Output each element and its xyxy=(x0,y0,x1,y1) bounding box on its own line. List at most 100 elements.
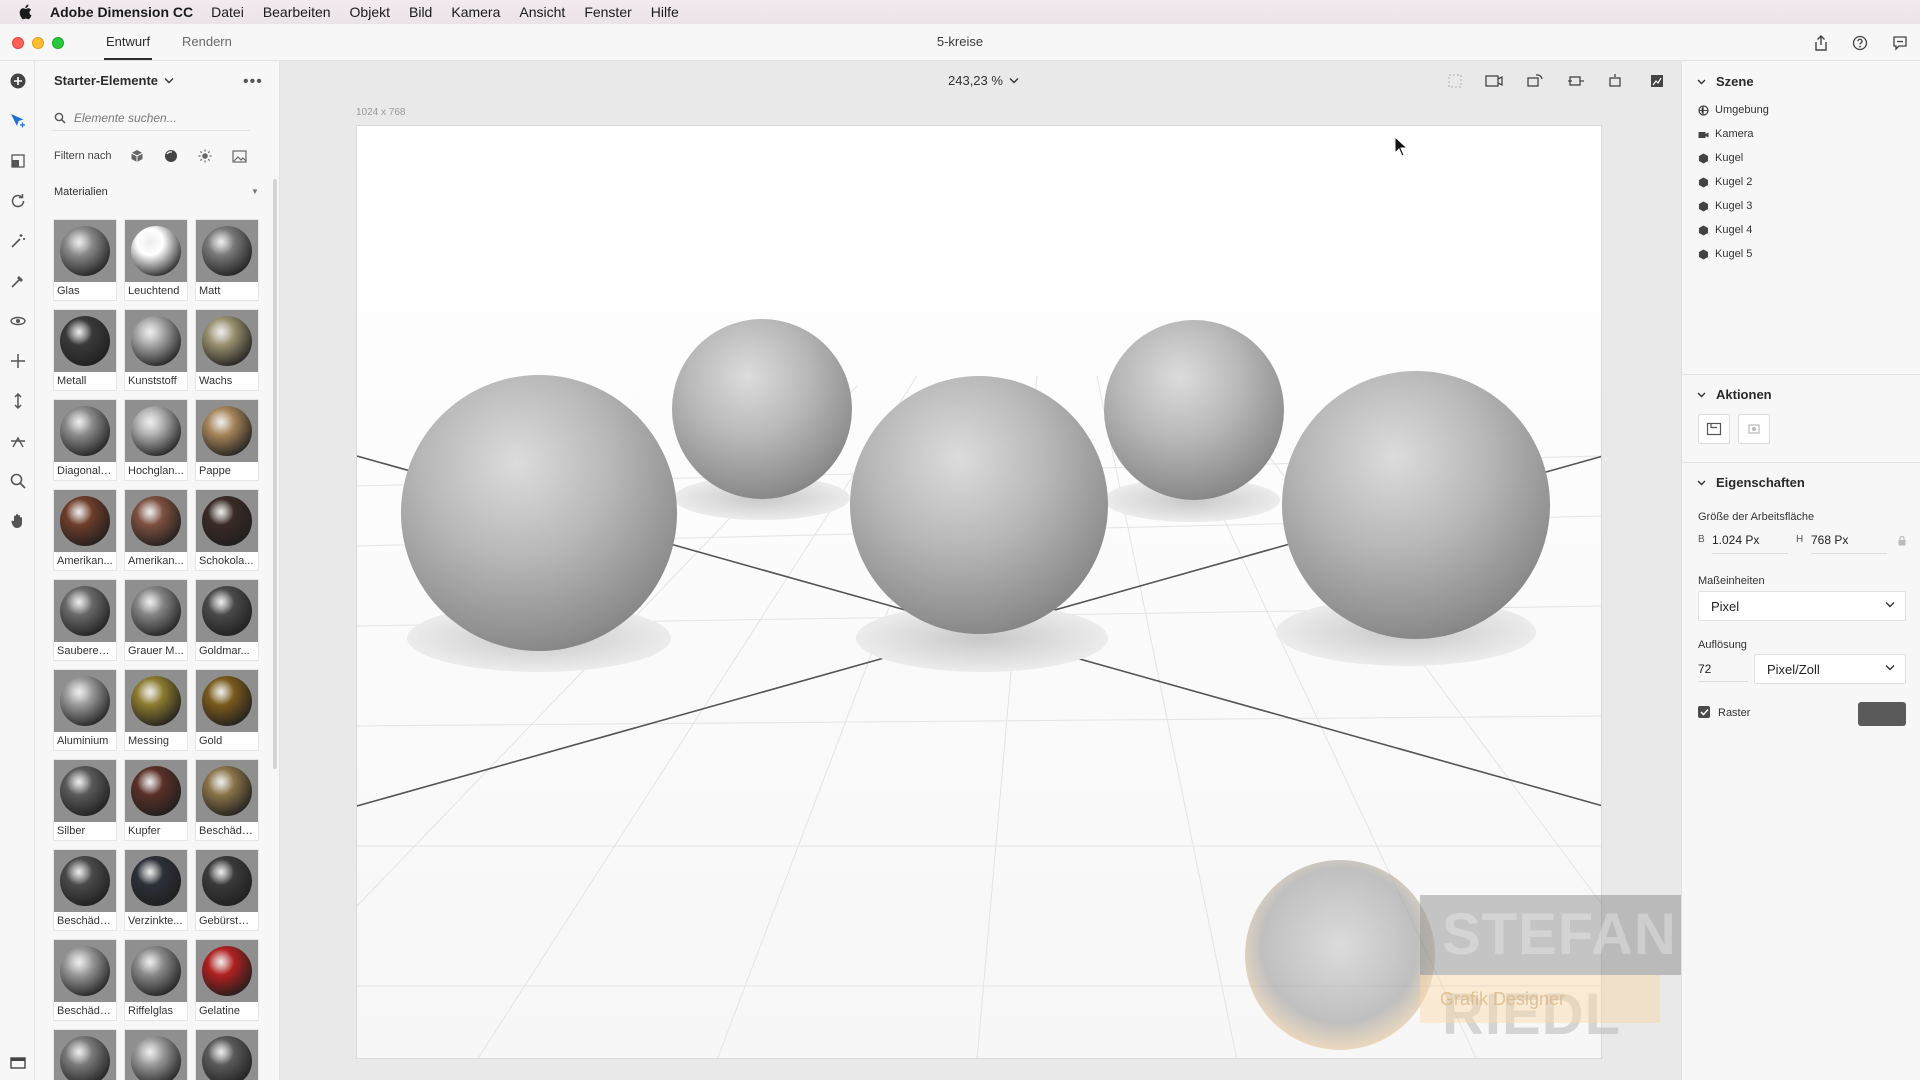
scale-icon[interactable] xyxy=(6,149,30,173)
zoom-icon[interactable] xyxy=(6,469,30,493)
camera-pan-icon[interactable] xyxy=(1565,70,1587,92)
material-tile[interactable]: Pappe xyxy=(195,399,259,481)
close-window-button[interactable] xyxy=(12,37,24,49)
rotate-icon[interactable] xyxy=(6,189,30,213)
material-tile[interactable]: Matt xyxy=(195,219,259,301)
scene-item-kugel[interactable]: Kugel xyxy=(1698,152,1743,164)
scene-item-umgebung[interactable]: Umgebung xyxy=(1698,104,1769,116)
pan-camera-icon[interactable] xyxy=(6,349,30,373)
camera-bookmark-icon[interactable] xyxy=(1483,70,1505,92)
scene-item-kamera[interactable]: Kamera xyxy=(1698,128,1754,140)
magic-wand-icon[interactable] xyxy=(6,229,30,253)
grid-color-swatch[interactable] xyxy=(1858,702,1906,726)
collapse-caret-icon[interactable]: ▼ xyxy=(251,187,259,196)
filter-models-icon[interactable] xyxy=(129,148,145,164)
menu-objekt[interactable]: Objekt xyxy=(350,4,390,20)
material-tile[interactable]: Riffelglas xyxy=(124,939,188,1021)
properties-section-header[interactable]: Eigenschaften xyxy=(1697,475,1805,490)
scene-item-kugel-4[interactable]: Kugel 4 xyxy=(1698,224,1752,236)
zoom-window-button[interactable] xyxy=(52,37,64,49)
material-tile[interactable]: Kupfer xyxy=(124,759,188,841)
more-options-icon[interactable]: ••• xyxy=(243,73,263,91)
material-tile[interactable] xyxy=(195,1029,259,1080)
material-tile[interactable]: Kunststoff xyxy=(124,309,188,391)
resolution-input[interactable]: 72 xyxy=(1698,662,1711,676)
apple-icon[interactable] xyxy=(18,4,38,20)
tab-entwurf[interactable]: Entwurf xyxy=(103,34,153,60)
filter-images-icon[interactable] xyxy=(231,148,247,164)
frame-selection-icon[interactable] xyxy=(1444,70,1466,92)
feedback-icon[interactable] xyxy=(1890,33,1910,53)
assets-scrollbar[interactable] xyxy=(273,179,277,769)
zoom-dropdown[interactable]: 243,23 % xyxy=(948,73,1019,88)
material-tile[interactable]: Gelatine xyxy=(195,939,259,1021)
material-tile[interactable]: Gold xyxy=(195,669,259,751)
dolly-camera-icon[interactable] xyxy=(6,389,30,413)
material-tile[interactable]: Aluminium xyxy=(53,669,117,751)
material-tile[interactable]: Verzinkte... xyxy=(124,849,188,931)
resolution-label: Auflösung xyxy=(1698,639,1747,651)
height-input[interactable]: 768 Px xyxy=(1811,533,1848,547)
lock-icon[interactable] xyxy=(1898,533,1906,551)
horizon-icon[interactable] xyxy=(6,429,30,453)
camera-dolly-icon[interactable] xyxy=(1605,70,1627,92)
material-tile[interactable]: Amerikan... xyxy=(124,489,188,571)
add-content-icon[interactable] xyxy=(6,69,30,93)
material-tile[interactable]: Diagonalp... xyxy=(53,399,117,481)
materials-section-label[interactable]: Materialien xyxy=(54,186,108,198)
filter-lights-icon[interactable] xyxy=(197,148,213,164)
material-tile[interactable]: Glas xyxy=(53,219,117,301)
material-tile[interactable]: Messing xyxy=(124,669,188,751)
material-tile[interactable] xyxy=(124,1029,188,1080)
menu-hilfe[interactable]: Hilfe xyxy=(651,4,679,20)
scene-item-kugel-3[interactable]: Kugel 3 xyxy=(1698,200,1752,212)
orbit-camera-icon[interactable] xyxy=(6,309,30,333)
help-icon[interactable] xyxy=(1850,33,1870,53)
material-tile[interactable]: Beschädig... xyxy=(53,849,117,931)
panel-toggle-icon[interactable] xyxy=(6,1051,30,1075)
minimize-window-button[interactable] xyxy=(32,37,44,49)
actions-section-header[interactable]: Aktionen xyxy=(1697,387,1772,402)
sample-eyedropper-icon[interactable] xyxy=(6,269,30,293)
material-tile[interactable]: Gebürstet... xyxy=(195,849,259,931)
units-dropdown[interactable]: Pixel xyxy=(1698,591,1906,621)
material-tile[interactable]: Grauer M... xyxy=(124,579,188,661)
material-tile[interactable]: Hochglan... xyxy=(124,399,188,481)
material-tile[interactable] xyxy=(53,1029,117,1080)
material-tile[interactable]: Beschädig... xyxy=(195,759,259,841)
scene-section-header[interactable]: Szene xyxy=(1697,74,1754,89)
menu-fenster[interactable]: Fenster xyxy=(584,4,631,20)
scene-item-kugel-2[interactable]: Kugel 2 xyxy=(1698,176,1752,188)
fit-canvas-button[interactable] xyxy=(1698,414,1730,444)
scene-item-kugel-5[interactable]: Kugel 5 xyxy=(1698,248,1752,260)
material-tile[interactable]: Silber xyxy=(53,759,117,841)
menu-bearbeiten[interactable]: Bearbeiten xyxy=(263,4,331,20)
material-tile[interactable]: Schokola... xyxy=(195,489,259,571)
camera-orbit-icon[interactable] xyxy=(1524,70,1546,92)
assets-header[interactable]: Starter-Elemente xyxy=(54,73,174,88)
render-preview-icon[interactable] xyxy=(1646,70,1668,92)
app-name[interactable]: Adobe Dimension CC xyxy=(50,4,193,20)
share-icon[interactable] xyxy=(1811,33,1831,53)
material-tile[interactable]: Goldmar... xyxy=(195,579,259,661)
match-image-button[interactable] xyxy=(1738,414,1770,444)
material-tile[interactable]: Wachs xyxy=(195,309,259,391)
material-tile[interactable]: Amerikan... xyxy=(53,489,117,571)
menu-bild[interactable]: Bild xyxy=(409,4,432,20)
tab-rendern[interactable]: Rendern xyxy=(182,34,232,49)
filter-materials-icon[interactable] xyxy=(163,148,179,164)
hand-icon[interactable] xyxy=(6,509,30,533)
material-tile[interactable]: Sauberer ... xyxy=(53,579,117,661)
menu-ansicht[interactable]: Ansicht xyxy=(519,4,565,20)
width-input[interactable]: 1.024 Px xyxy=(1712,533,1759,547)
grid-checkbox[interactable] xyxy=(1698,706,1710,718)
resolution-unit-dropdown[interactable]: Pixel/Zoll xyxy=(1754,654,1906,684)
material-tile[interactable]: Beschädig... xyxy=(53,939,117,1021)
menu-datei[interactable]: Datei xyxy=(211,4,244,20)
menu-kamera[interactable]: Kamera xyxy=(451,4,500,20)
select-move-icon[interactable] xyxy=(6,109,30,133)
material-tile[interactable]: Metall xyxy=(53,309,117,391)
search-field[interactable]: Elemente suchen... xyxy=(52,105,250,131)
material-tile[interactable]: Leuchtend xyxy=(124,219,188,301)
3d-viewport[interactable] xyxy=(356,125,1602,1059)
